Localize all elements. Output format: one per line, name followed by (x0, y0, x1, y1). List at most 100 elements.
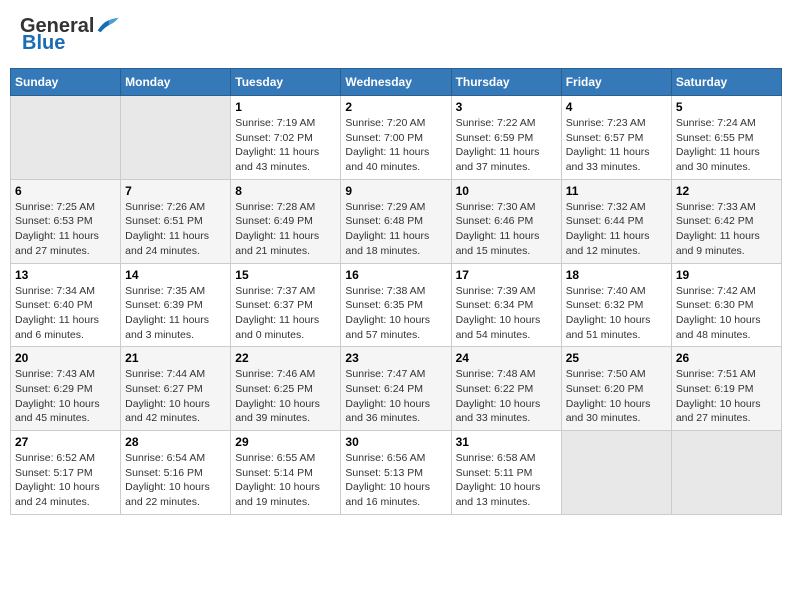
calendar-day-cell: 30Sunrise: 6:56 AMSunset: 5:13 PMDayligh… (341, 431, 451, 515)
day-info: Sunrise: 6:56 AMSunset: 5:13 PMDaylight:… (345, 451, 446, 510)
day-number: 16 (345, 268, 446, 282)
day-info: Sunrise: 7:23 AMSunset: 6:57 PMDaylight:… (566, 116, 667, 175)
logo-blue-text: Blue (22, 32, 65, 55)
logo: General Blue (20, 15, 120, 55)
day-info: Sunrise: 7:40 AMSunset: 6:32 PMDaylight:… (566, 284, 667, 343)
day-info: Sunrise: 7:37 AMSunset: 6:37 PMDaylight:… (235, 284, 336, 343)
calendar-day-cell: 8Sunrise: 7:28 AMSunset: 6:49 PMDaylight… (231, 179, 341, 263)
day-of-week-header: Saturday (671, 69, 781, 96)
day-info: Sunrise: 7:43 AMSunset: 6:29 PMDaylight:… (15, 367, 116, 426)
day-number: 2 (345, 100, 446, 114)
calendar-day-cell (11, 96, 121, 180)
calendar-day-cell: 2 Sunrise: 7:20 AMSunset: 7:00 PMDaylight… (341, 96, 451, 180)
day-info: Sunrise: 7:38 AMSunset: 6:35 PMDaylight:… (345, 284, 446, 343)
day-info: Sunrise: 7:44 AMSunset: 6:27 PMDaylight:… (125, 367, 226, 426)
calendar-day-cell: 10 Sunrise: 7:30 AMSunset: 6:46 PMDayligh… (451, 179, 561, 263)
calendar-day-cell: 26 Sunrise: 7:51 AMSunset: 6:19 PMDayligh… (671, 347, 781, 431)
day-number: 24 (456, 351, 557, 365)
day-number: 4 (566, 100, 667, 114)
day-info: Sunrise: 7:46 AMSunset: 6:25 PMDaylight:… (235, 367, 336, 426)
day-number: 20 (15, 351, 116, 365)
day-of-week-header: Tuesday (231, 69, 341, 96)
calendar-day-cell: 20 Sunrise: 7:43 AMSunset: 6:29 PMDayligh… (11, 347, 121, 431)
day-number: 26 (676, 351, 777, 365)
calendar-day-cell: 11 Sunrise: 7:32 AMSunset: 6:44 PMDayligh… (561, 179, 671, 263)
day-info: Sunrise: 7:50 AMSunset: 6:20 PMDaylight:… (566, 367, 667, 426)
day-number: 31 (456, 435, 557, 449)
calendar-day-cell: 17Sunrise: 7:39 AMSunset: 6:34 PMDayligh… (451, 263, 561, 347)
day-info: Sunrise: 6:54 AMSunset: 5:16 PMDaylight:… (125, 451, 226, 510)
day-of-week-header: Wednesday (341, 69, 451, 96)
calendar-day-cell: 7 Sunrise: 7:26 AMSunset: 6:51 PMDaylight… (121, 179, 231, 263)
day-number: 8 (235, 184, 336, 198)
calendar-day-cell: 24 Sunrise: 7:48 AMSunset: 6:22 PMDayligh… (451, 347, 561, 431)
calendar-day-cell: 12 Sunrise: 7:33 AMSunset: 6:42 PMDayligh… (671, 179, 781, 263)
day-of-week-header: Sunday (11, 69, 121, 96)
calendar-table: SundayMondayTuesdayWednesdayThursdayFrid… (10, 68, 782, 515)
day-info: Sunrise: 7:39 AMSunset: 6:34 PMDaylight:… (456, 284, 557, 343)
day-info: Sunrise: 7:20 AMSunset: 7:00 PMDaylight:… (345, 116, 446, 175)
day-number: 21 (125, 351, 226, 365)
day-info: Sunrise: 7:32 AMSunset: 6:44 PMDaylight:… (566, 200, 667, 259)
calendar-day-cell: 16 Sunrise: 7:38 AMSunset: 6:35 PMDayligh… (341, 263, 451, 347)
day-info: Sunrise: 7:26 AMSunset: 6:51 PMDaylight:… (125, 200, 226, 259)
day-info: Sunrise: 6:52 AMSunset: 5:17 PMDaylight:… (15, 451, 116, 510)
calendar-week-row: 13 Sunrise: 7:34 AMSunset: 6:40 PMDayligh… (11, 263, 782, 347)
day-info: Sunrise: 7:24 AMSunset: 6:55 PMDaylight:… (676, 116, 777, 175)
calendar-day-cell: 19 Sunrise: 7:42 AMSunset: 6:30 PMDayligh… (671, 263, 781, 347)
day-number: 10 (456, 184, 557, 198)
day-number: 28 (125, 435, 226, 449)
calendar-day-cell: 4 Sunrise: 7:23 AMSunset: 6:57 PMDaylight… (561, 96, 671, 180)
calendar-day-cell: 3Sunrise: 7:22 AMSunset: 6:59 PMDaylight… (451, 96, 561, 180)
calendar-week-row: 20 Sunrise: 7:43 AMSunset: 6:29 PMDayligh… (11, 347, 782, 431)
day-number: 14 (125, 268, 226, 282)
day-info: Sunrise: 6:55 AMSunset: 5:14 PMDaylight:… (235, 451, 336, 510)
calendar-day-cell: 9 Sunrise: 7:29 AMSunset: 6:48 PMDaylight… (341, 179, 451, 263)
calendar-day-cell: 27Sunrise: 6:52 AMSunset: 5:17 PMDayligh… (11, 431, 121, 515)
calendar-day-cell: 14Sunrise: 7:35 AMSunset: 6:39 PMDayligh… (121, 263, 231, 347)
calendar-day-cell: 25 Sunrise: 7:50 AMSunset: 6:20 PMDayligh… (561, 347, 671, 431)
day-info: Sunrise: 7:29 AMSunset: 6:48 PMDaylight:… (345, 200, 446, 259)
day-number: 1 (235, 100, 336, 114)
day-info: Sunrise: 7:42 AMSunset: 6:30 PMDaylight:… (676, 284, 777, 343)
calendar-week-row: 1 Sunrise: 7:19 AMSunset: 7:02 PMDaylight… (11, 96, 782, 180)
day-of-week-header: Friday (561, 69, 671, 96)
calendar-day-cell: 1 Sunrise: 7:19 AMSunset: 7:02 PMDaylight… (231, 96, 341, 180)
day-number: 13 (15, 268, 116, 282)
day-number: 19 (676, 268, 777, 282)
day-number: 22 (235, 351, 336, 365)
day-number: 6 (15, 184, 116, 198)
calendar-day-cell: 31 Sunrise: 6:58 AMSunset: 5:11 PMDayligh… (451, 431, 561, 515)
day-number: 15 (235, 268, 336, 282)
day-number: 25 (566, 351, 667, 365)
calendar-day-cell: 21 Sunrise: 7:44 AMSunset: 6:27 PMDayligh… (121, 347, 231, 431)
calendar-day-cell: 18Sunrise: 7:40 AMSunset: 6:32 PMDayligh… (561, 263, 671, 347)
calendar-day-cell: 5 Sunrise: 7:24 AMSunset: 6:55 PMDaylight… (671, 96, 781, 180)
day-info: Sunrise: 7:48 AMSunset: 6:22 PMDaylight:… (456, 367, 557, 426)
day-info: Sunrise: 7:33 AMSunset: 6:42 PMDaylight:… (676, 200, 777, 259)
calendar-day-cell: 28 Sunrise: 6:54 AMSunset: 5:16 PMDayligh… (121, 431, 231, 515)
day-of-week-header: Thursday (451, 69, 561, 96)
day-number: 5 (676, 100, 777, 114)
calendar-day-cell: 23Sunrise: 7:47 AMSunset: 6:24 PMDayligh… (341, 347, 451, 431)
calendar-day-cell: 22 Sunrise: 7:46 AMSunset: 6:25 PMDayligh… (231, 347, 341, 431)
page-header: General Blue (10, 10, 782, 60)
logo-bird-icon (96, 16, 120, 34)
day-number: 11 (566, 184, 667, 198)
day-number: 7 (125, 184, 226, 198)
day-of-week-header: Monday (121, 69, 231, 96)
calendar-day-cell (121, 96, 231, 180)
calendar-week-row: 6Sunrise: 7:25 AMSunset: 6:53 PMDaylight… (11, 179, 782, 263)
day-number: 3 (456, 100, 557, 114)
day-number: 9 (345, 184, 446, 198)
day-info: Sunrise: 7:30 AMSunset: 6:46 PMDaylight:… (456, 200, 557, 259)
day-number: 12 (676, 184, 777, 198)
day-info: Sunrise: 7:47 AMSunset: 6:24 PMDaylight:… (345, 367, 446, 426)
calendar-header-row: SundayMondayTuesdayWednesdayThursdayFrid… (11, 69, 782, 96)
day-info: Sunrise: 7:19 AMSunset: 7:02 PMDaylight:… (235, 116, 336, 175)
calendar-day-cell: 13 Sunrise: 7:34 AMSunset: 6:40 PMDayligh… (11, 263, 121, 347)
day-info: Sunrise: 7:51 AMSunset: 6:19 PMDaylight:… (676, 367, 777, 426)
day-info: Sunrise: 7:34 AMSunset: 6:40 PMDaylight:… (15, 284, 116, 343)
calendar-day-cell (561, 431, 671, 515)
day-info: Sunrise: 6:58 AMSunset: 5:11 PMDaylight:… (456, 451, 557, 510)
